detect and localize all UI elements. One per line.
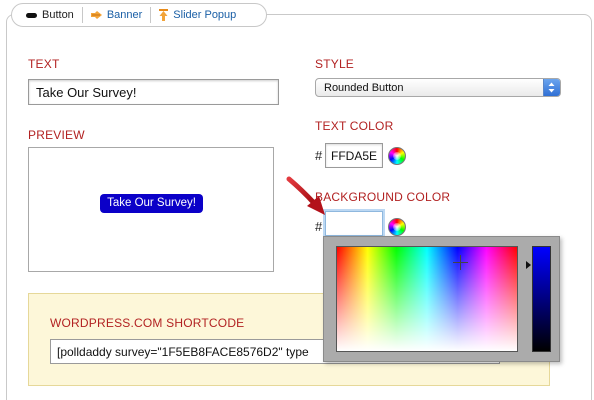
text-color-label: TEXT COLOR <box>315 119 394 133</box>
shortcode-label: WORDPRESS.COM SHORTCODE <box>50 316 245 330</box>
tab-button-label: Button <box>42 9 74 21</box>
style-select[interactable]: Rounded Button <box>315 78 561 97</box>
preview-box: Take Our Survey! <box>28 147 274 272</box>
color-picker-popup <box>323 236 560 362</box>
luminance-pointer-icon[interactable] <box>526 261 531 269</box>
color-wheel-icon[interactable] <box>388 147 406 165</box>
slider-popup-icon <box>159 9 169 21</box>
tab-slider-popup-label: Slider Popup <box>173 9 237 21</box>
tab-slider-popup[interactable]: Slider Popup <box>150 7 244 23</box>
luminance-slider[interactable] <box>532 246 551 352</box>
color-spectrum[interactable] <box>336 246 518 352</box>
tab-banner[interactable]: Banner <box>81 7 150 23</box>
select-arrows-icon <box>543 79 560 96</box>
red-annotation-arrow-icon <box>286 176 325 215</box>
color-wheel-icon[interactable] <box>388 218 406 236</box>
tab-button[interactable]: Button <box>26 7 82 23</box>
text-label: TEXT <box>28 57 60 71</box>
banner-icon <box>90 10 102 19</box>
preview-label: PREVIEW <box>28 128 85 142</box>
crosshair-cursor-icon[interactable] <box>453 255 468 270</box>
style-select-value: Rounded Button <box>324 82 404 94</box>
background-color-label: BACKGROUND COLOR <box>315 190 451 204</box>
background-color-hash: # <box>315 219 323 234</box>
tab-banner-label: Banner <box>106 9 143 21</box>
button-text-input[interactable]: Take Our Survey! <box>28 79 279 105</box>
rounded-button-icon <box>26 12 37 18</box>
text-color-hash: # <box>315 148 323 163</box>
background-color-input[interactable] <box>325 211 383 236</box>
embed-type-tabs: Button Banner Slider Popup <box>11 3 267 27</box>
text-color-input[interactable]: FFDA5E <box>325 143 383 168</box>
style-label: STYLE <box>315 57 355 71</box>
preview-survey-button[interactable]: Take Our Survey! <box>100 194 203 213</box>
